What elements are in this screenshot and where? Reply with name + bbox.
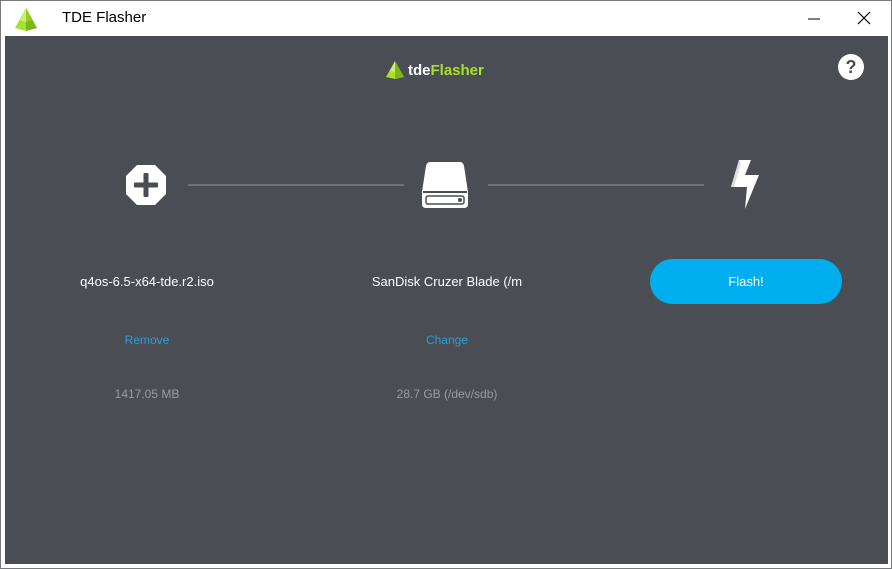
flash-button[interactable]: Flash! [650, 259, 842, 304]
help-icon: ? [845, 56, 857, 77]
step-connector-1 [188, 184, 404, 186]
flasher-main: tde Flasher ? q4os-6.5-x64-tde.r2.iso Sa [5, 36, 888, 564]
window-title: TDE Flasher [62, 9, 147, 26]
flash-icon [731, 160, 759, 209]
title-bar[interactable]: TDE Flasher [1, 1, 891, 35]
drive-icon [422, 162, 468, 208]
close-icon [857, 11, 871, 25]
selected-drive-name: SanDisk Cruzer Blade (/m [371, 274, 523, 289]
tde-logo-icon [15, 8, 37, 31]
change-drive-link[interactable]: Change [397, 333, 497, 347]
logo-text-flasher: Flasher [430, 61, 484, 79]
minimize-button[interactable] [791, 1, 837, 35]
help-button[interactable]: ? [838, 54, 864, 80]
remove-image-link[interactable]: Remove [97, 333, 197, 347]
add-image-icon[interactable] [124, 163, 168, 207]
app-window: TDE Flasher tde Flasher ? q4os-6.5-x64-t… [0, 0, 892, 569]
tde-logo-icon [386, 61, 404, 79]
selected-image-name: q4os-6.5-x64-tde.r2.iso [80, 274, 214, 289]
minimize-icon [808, 18, 820, 20]
close-button[interactable] [841, 1, 887, 35]
image-size: 1417.05 MB [114, 387, 180, 401]
brand-logo: tde Flasher [385, 58, 484, 82]
logo-text-tde: tde [408, 61, 431, 79]
step-connector-2 [488, 184, 704, 186]
drive-size: 28.7 GB (/dev/sdb) [396, 387, 498, 401]
